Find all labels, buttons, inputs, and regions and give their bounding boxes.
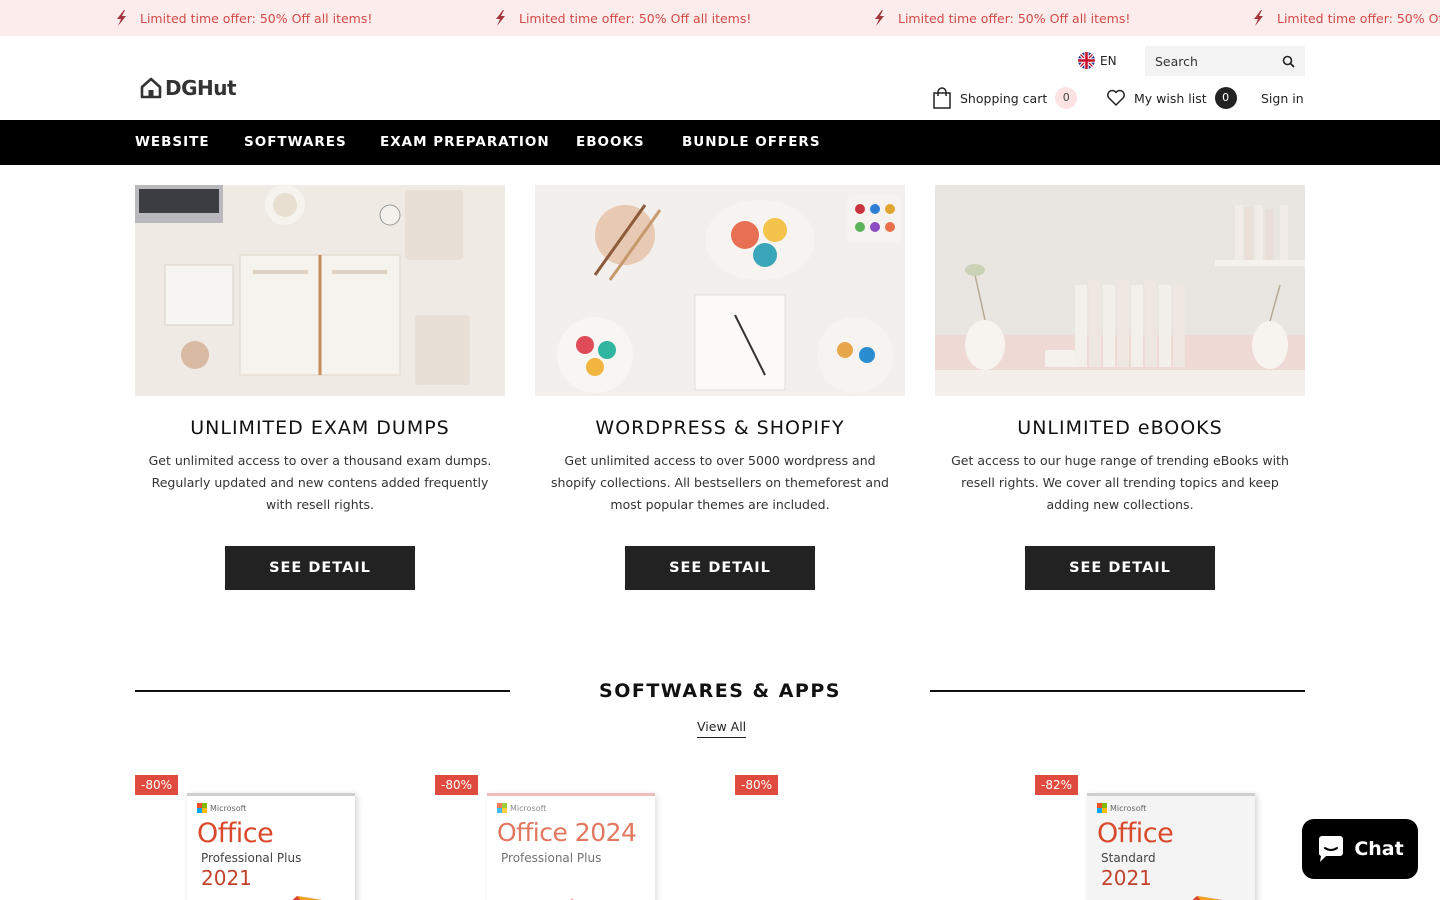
search-button[interactable] <box>1275 46 1301 76</box>
announcement-text: Limited time offer: 50% Off all items! <box>898 10 1131 26</box>
section-divider-right <box>930 690 1305 692</box>
announcement-item: Limited time offer: 50% Off all items! <box>491 0 751 36</box>
sign-in-link[interactable]: Sign in <box>1261 86 1304 110</box>
nav-item-bundle-offers[interactable]: BUNDLE OFFERS <box>682 120 821 165</box>
product-edition: Standard <box>1101 851 1156 865</box>
feature-title: UNLIMITED eBOOKS <box>1017 417 1223 439</box>
wishlist-label: My wish list <box>1134 90 1207 106</box>
feature-image-books[interactable] <box>935 185 1305 396</box>
product-name: Office <box>197 818 274 849</box>
microsoft-brand: Microsoft <box>1097 803 1146 813</box>
office-logo-icon <box>292 896 322 900</box>
feature-image-planner[interactable] <box>135 185 505 396</box>
feature-description: Get unlimited access to over 5000 wordpr… <box>551 453 889 512</box>
see-detail-button[interactable]: SEE DETAIL <box>1025 546 1215 590</box>
product-edition: Professional Plus <box>501 851 602 865</box>
cart-label: Shopping cart <box>960 90 1048 106</box>
wishlist-link[interactable]: My wish list 0 <box>1106 86 1237 110</box>
view-all-link[interactable]: View All <box>697 719 747 738</box>
announcement-text: Limited time offer: 50% Off all items! <box>1277 10 1440 26</box>
microsoft-logo-icon <box>1097 803 1107 813</box>
office-logo-icon <box>1192 896 1222 900</box>
chat-bubble-icon <box>1319 836 1344 862</box>
section-divider-left <box>135 690 510 692</box>
feature-description: Get unlimited access to over a thousand … <box>148 453 492 512</box>
section-title: SOFTWARES & APPS <box>599 680 841 702</box>
feature-image-paints[interactable] <box>535 185 905 396</box>
product-name: Office <box>1097 818 1174 849</box>
discount-badge: -82% <box>1035 775 1079 795</box>
lightning-icon <box>1254 10 1263 26</box>
see-detail-button[interactable]: SEE DETAIL <box>625 546 815 590</box>
wishlist-count-badge: 0 <box>1214 87 1237 109</box>
sign-in-label: Sign in <box>1261 90 1304 106</box>
heart-icon <box>1107 89 1125 106</box>
office-logo-icon <box>570 898 574 900</box>
microsoft-logo-icon <box>197 803 207 813</box>
lightning-icon <box>496 10 505 26</box>
brand-text: Microsoft <box>510 803 547 813</box>
feature-title: UNLIMITED EXAM DUMPS <box>190 417 450 439</box>
search-input[interactable] <box>1145 46 1275 76</box>
house-icon <box>140 77 162 99</box>
brand-text: Microsoft <box>210 803 247 813</box>
product-edition: Professional Plus <box>201 851 302 865</box>
chat-label: Chat <box>1354 838 1404 860</box>
uk-flag-icon <box>1078 52 1095 69</box>
main-nav: WEBSITE SOFTWARES EXAM PREPARATION EBOOK… <box>0 120 1440 165</box>
product-image[interactable]: Microsoft Office 2024 Professional Plus <box>487 793 655 900</box>
nav-item-website[interactable]: WEBSITE <box>135 120 210 165</box>
microsoft-logo-icon <box>497 803 507 813</box>
search-icon <box>1282 55 1295 68</box>
feature-card-wordpress-shopify: WORDPRESS & SHOPIFY Get unlimited access… <box>535 185 905 590</box>
product-year: 2021 <box>201 866 252 890</box>
logo-text: DGHut <box>165 76 237 100</box>
shopping-cart-link[interactable]: Shopping cart 0 <box>932 86 1078 110</box>
cart-count-badge: 0 <box>1055 87 1078 109</box>
language-selector[interactable]: EN <box>1078 52 1117 69</box>
product-name: Office 2024 <box>497 818 637 847</box>
discount-badge: -80% <box>135 775 179 795</box>
nav-item-softwares[interactable]: SOFTWARES <box>244 120 347 165</box>
announcement-text: Limited time offer: 50% Off all items! <box>140 10 373 26</box>
announcement-bar: Limited time offer: 50% Off all items! L… <box>0 0 1440 36</box>
lightning-icon <box>117 10 126 26</box>
product-card[interactable]: -82% Microsoft Office Standard 2021 <box>1035 775 1305 900</box>
nav-item-exam-preparation[interactable]: EXAM PREPARATION <box>380 120 550 165</box>
shopping-bag-icon <box>933 87 951 109</box>
feature-card-ebooks: UNLIMITED eBOOKS Get access to our huge … <box>935 185 1305 590</box>
language-label: EN <box>1100 53 1117 68</box>
product-image[interactable]: Microsoft Office Professional Plus 2021 <box>187 793 355 900</box>
chat-button[interactable]: Chat <box>1302 819 1418 879</box>
feature-description: Get access to our huge range of trending… <box>951 453 1289 512</box>
product-card[interactable]: -80% <box>735 775 1005 900</box>
discount-badge: -80% <box>735 775 779 795</box>
announcement-item: Limited time offer: 50% Off all items! <box>870 0 1130 36</box>
product-year: 2021 <box>1101 866 1152 890</box>
search-box <box>1145 46 1305 76</box>
see-detail-button[interactable]: SEE DETAIL <box>225 546 415 590</box>
product-card[interactable]: -80% Microsoft Office Professional Plus … <box>135 775 405 900</box>
feature-title: WORDPRESS & SHOPIFY <box>595 417 845 439</box>
announcement-text: Limited time offer: 50% Off all items! <box>519 10 752 26</box>
brand-text: Microsoft <box>1110 803 1147 813</box>
microsoft-brand: Microsoft <box>497 803 546 813</box>
feature-card-exam-dumps: UNLIMITED EXAM DUMPS Get unlimited acces… <box>135 185 505 590</box>
announcement-item: Limited time offer: 50% Off all items! <box>112 0 372 36</box>
product-card[interactable]: -80% Microsoft Office 2024 Professional … <box>435 775 705 900</box>
announcement-item: Limited time offer: 50% Off all items! <box>1249 0 1440 36</box>
site-logo[interactable]: DGHut <box>139 76 237 100</box>
microsoft-brand: Microsoft <box>197 803 246 813</box>
nav-item-ebooks[interactable]: EBOOKS <box>576 120 645 165</box>
product-image[interactable]: Microsoft Office Standard 2021 <box>1087 793 1255 900</box>
lightning-icon <box>875 10 884 26</box>
discount-badge: -80% <box>435 775 479 795</box>
